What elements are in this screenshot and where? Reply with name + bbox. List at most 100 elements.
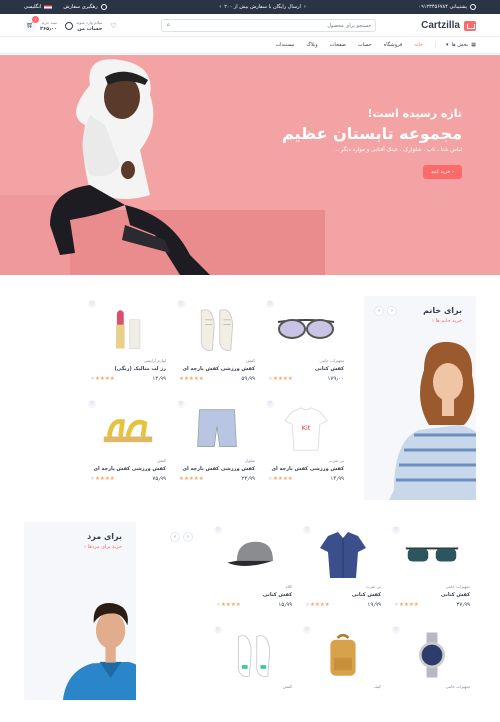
wishlist-heart-icon[interactable]: ♡ <box>392 526 400 534</box>
carousel-next-button[interactable]: › <box>170 532 180 542</box>
chevron-down-icon: ▾ <box>446 42 449 48</box>
support-contact[interactable]: پشتیبانی ۰۹۱۲۳۴۵۶۷۸۴ <box>418 4 476 10</box>
wishlist-heart-icon[interactable]: ♡ <box>88 300 96 308</box>
wishlist-heart-icon[interactable]: ♡ <box>266 400 274 408</box>
nav-item-shop[interactable]: فروشگاه <box>384 42 403 48</box>
wishlist-heart-icon[interactable]: ♡ <box>303 526 311 534</box>
language-selector[interactable]: انگلیسی <box>24 4 53 10</box>
cart-button[interactable]: سبد خرید ۲۶۵٫۰۰ 🛒︎ ۶ <box>24 15 57 32</box>
product-price: ۷۵٫۹۹ <box>152 476 166 482</box>
carousel-prev-button[interactable]: ‹ <box>387 306 397 316</box>
product-name[interactable]: کفش ورزشی کفش پارچه ای <box>182 466 255 472</box>
women-promo-card: برای خانم خرید خانم ها ‹ ‹ › <box>364 296 476 500</box>
product-name[interactable]: کفش کتانی <box>352 592 381 598</box>
main-nav: ▦ بخش ها ▾ خانه فروشگاه حساب صفحات وبلاگ م… <box>0 37 500 54</box>
chevron-left-icon[interactable]: ‹ <box>304 4 306 10</box>
nav-item-pages[interactable]: صفحات <box>330 42 346 48</box>
chevron-right-icon[interactable]: › <box>219 4 221 10</box>
wishlist-heart-icon[interactable]: ♡ <box>88 400 96 408</box>
categories-menu[interactable]: ▦ بخش ها ▾ <box>435 42 476 48</box>
product-image[interactable] <box>185 400 249 458</box>
header: Cartzilla ⌕ ♡ سلام وارد شویدحساب من سبد … <box>0 15 500 37</box>
wishlist-heart-icon[interactable]: ♡ <box>303 626 311 634</box>
product-category[interactable]: کلاه <box>286 584 292 589</box>
product-image[interactable] <box>400 626 464 684</box>
product-card[interactable]: ♡ کفش <box>210 622 298 722</box>
product-image[interactable] <box>96 300 160 358</box>
product-card[interactable]: ♡ کلاه کفش کتانی ۱۵٫۹۹ ★★★★★ <box>210 522 298 622</box>
star-icon: ★ <box>198 476 204 482</box>
women-section: برای خانم خرید خانم ها ‹ ‹ › ♡ تجهیزات جا… <box>24 296 476 502</box>
product-card[interactable]: ♡ شلوار کفش ورزشی کفش پارچه ای ۲۴٫۹۹ ★★★★★ <box>173 396 261 496</box>
shop-men-label: خرید برای مردها <box>87 544 122 550</box>
wishlist-heart-icon[interactable]: ♡ <box>177 400 185 408</box>
cart-count-badge: ۶ <box>32 15 40 23</box>
product-image[interactable] <box>274 300 338 358</box>
product-category[interactable]: تی شرت <box>366 584 381 589</box>
product-card[interactable]: ♡ لوازم آرایشی رژ لب متالیک (رنگی) ۱۴٫۹۹ ★★★… <box>84 296 172 396</box>
product-name[interactable]: کفش ورزشی کفش پارچه ای <box>182 366 255 372</box>
wishlist-heart-icon[interactable]: ♡ <box>392 626 400 634</box>
order-tracking-link[interactable]: رهگیری سفارش <box>63 4 107 10</box>
product-category[interactable]: کفش <box>283 684 292 689</box>
grid-icon: ▦ <box>471 42 476 48</box>
product-name[interactable]: رژ لب متالیک (رنگی) <box>115 366 167 372</box>
star-rating: ★★★★★ <box>179 476 204 482</box>
product-card[interactable]: ♡ کیف <box>299 622 387 722</box>
product-name[interactable]: کفش کتانی <box>441 592 470 598</box>
wishlist-icon[interactable]: ♡ <box>110 22 116 30</box>
product-card[interactable]: ♡ تجهیزات جانبی <box>388 622 476 722</box>
product-image[interactable]: Kit <box>274 400 338 458</box>
nav-item-docs[interactable]: مستندات <box>275 42 294 48</box>
product-image[interactable] <box>185 300 249 358</box>
wishlist-heart-icon[interactable]: ♡ <box>214 626 222 634</box>
product-card[interactable]: ♡ تجهیزات جانبی کفش کتانی ۳۷٫۹۹ ★★★★★ <box>388 522 476 622</box>
product-image[interactable] <box>311 626 375 684</box>
map-pin-icon <box>100 4 107 10</box>
product-image[interactable] <box>222 626 286 684</box>
carousel-next-button[interactable]: › <box>374 306 384 316</box>
shop-men-link[interactable]: خرید برای مردها ‹ <box>84 544 122 550</box>
product-name[interactable]: کفش کتانی <box>263 592 292 598</box>
product-category[interactable]: کفش <box>246 358 255 363</box>
nav-item-blog[interactable]: وبلاگ <box>306 42 317 48</box>
product-card[interactable]: ♡ تجهیزات جانبی کفش کتانی ۱۷۹٫۰۰ ★★★★★ <box>262 296 350 396</box>
product-category[interactable]: تجهیزات جانبی <box>446 584 470 589</box>
nav-item-account[interactable]: حساب <box>358 42 372 48</box>
carousel-prev-button[interactable]: ‹ <box>183 532 193 542</box>
categories-label: بخش ها <box>451 42 469 48</box>
wishlist-heart-icon[interactable]: ♡ <box>214 526 222 534</box>
product-card[interactable]: ♡ کفش کفش ورزشی کفش پارچه ای ۵۹٫۹۹ ★★★★★ <box>173 296 261 396</box>
logo[interactable]: Cartzilla <box>421 20 476 31</box>
star-icon: ★ <box>324 602 330 608</box>
product-name[interactable]: کفش کتانی <box>315 366 344 372</box>
product-category[interactable]: کیف <box>374 684 381 689</box>
product-image[interactable] <box>96 400 160 458</box>
search-input[interactable] <box>181 22 372 29</box>
shop-women-link[interactable]: خرید خانم ها ‹ <box>432 318 462 324</box>
product-name[interactable]: کفش ورزشی کفش پارچه ای <box>93 466 166 472</box>
hero-subtitle: لباس شنا ، تاپ ، شلوارک ، عینک آفتابی و … <box>333 147 462 153</box>
star-rating: ★★★★★ <box>268 476 293 482</box>
account-link[interactable]: سلام وارد شوید حساب من <box>65 20 102 32</box>
search-icon[interactable]: ⌕ <box>166 21 170 30</box>
product-category[interactable]: تجهیزات جانبی <box>320 358 344 363</box>
product-image[interactable] <box>311 526 375 584</box>
product-image[interactable] <box>400 526 464 584</box>
chevron-left-icon: ‹ <box>450 169 454 175</box>
product-name[interactable]: کفش ورزشی کفش پارچه ای <box>271 466 344 472</box>
product-category[interactable]: لوازم آرایشی <box>144 358 166 363</box>
wishlist-heart-icon[interactable]: ♡ <box>177 300 185 308</box>
product-card[interactable]: ♡ Kit تی شرت کفش ورزشی کفش پارچه ای ۱۴٫۹۹ ★★★… <box>262 396 350 496</box>
wishlist-heart-icon[interactable]: ♡ <box>266 300 274 308</box>
women-model-image <box>389 341 476 500</box>
product-category[interactable]: کفش <box>157 458 166 463</box>
product-category[interactable]: تجهیزات جانبی <box>446 684 470 689</box>
product-category[interactable]: شلوار <box>245 458 255 463</box>
nav-item-home[interactable]: خانه <box>414 42 423 48</box>
shop-now-button[interactable]: ‹ خرید کنید <box>422 165 462 179</box>
product-card[interactable]: ♡ کفش کفش ورزشی کفش پارچه ای ۷۵٫۹۹ ★★★★★ <box>84 396 172 496</box>
product-card[interactable]: ♡ تی شرت کفش کتانی ۱۹٫۹۹ ★★★★★ <box>299 522 387 622</box>
product-image[interactable] <box>222 526 286 584</box>
product-category[interactable]: تی شرت <box>329 458 344 463</box>
